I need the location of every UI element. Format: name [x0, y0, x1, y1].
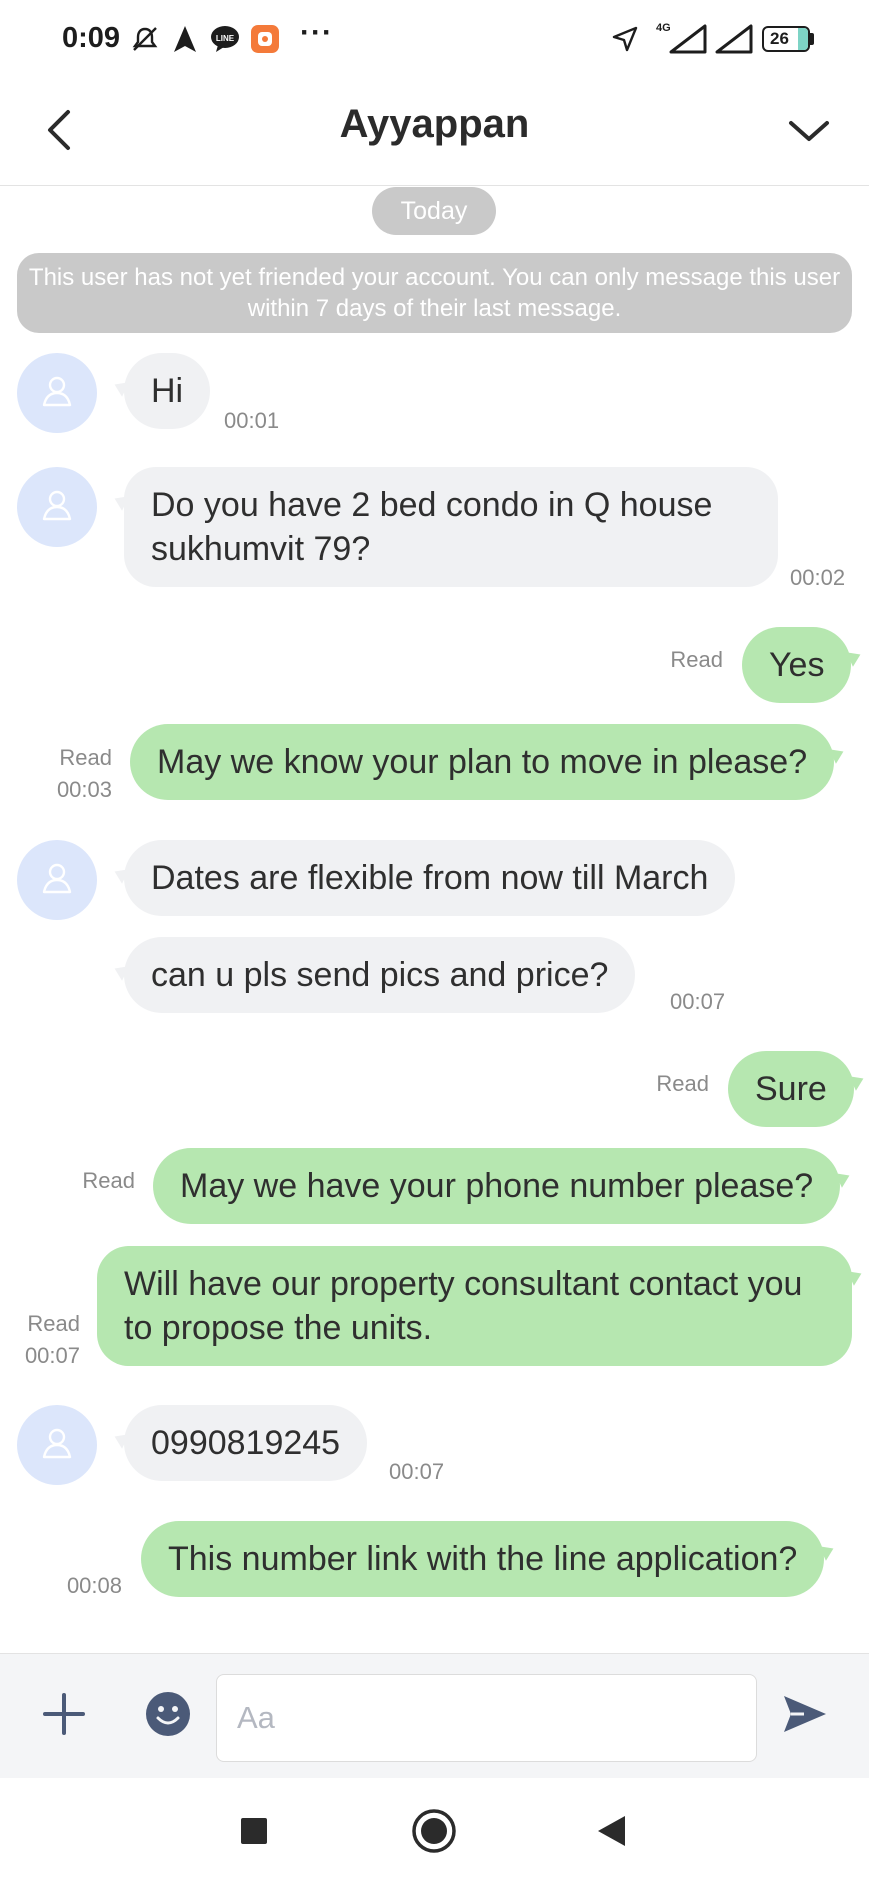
avatar[interactable] [17, 840, 97, 920]
back-nav-button[interactable] [586, 1808, 636, 1858]
read-status: Read [59, 745, 112, 770]
user-icon [40, 374, 74, 413]
user-icon [40, 1426, 74, 1465]
message-bubble[interactable]: This number link with the line applicati… [141, 1521, 825, 1597]
message-bubble[interactable]: Dates are flexible from now till March [124, 840, 736, 916]
message-time: 00:07 [389, 1459, 445, 1484]
message-bubble[interactable]: Sure [728, 1051, 854, 1127]
message-time: 00:03 [56, 777, 112, 802]
svg-text:LINE: LINE [216, 34, 235, 43]
recents-button[interactable] [229, 1808, 279, 1858]
user-icon [40, 488, 74, 527]
avatar[interactable] [17, 467, 97, 547]
message-bubble[interactable]: May we have your phone number please? [153, 1148, 841, 1224]
plus-icon [42, 1692, 86, 1741]
read-status: Read [27, 1311, 80, 1336]
message-bubble[interactable]: Hi [124, 353, 211, 429]
send-icon [780, 1692, 828, 1741]
read-status: Read [656, 1071, 709, 1096]
message-input-bar [0, 1653, 869, 1778]
user-icon [40, 861, 74, 900]
chevron-down-icon [787, 115, 831, 150]
battery-icon: 26 [762, 26, 810, 52]
chat-header: Ayyappan [0, 80, 869, 186]
send-button[interactable] [772, 1684, 836, 1748]
mute-icon [128, 22, 162, 56]
message-time: 00:07 [670, 989, 726, 1014]
message-bubble[interactable]: May we know your plan to move in please? [130, 724, 835, 800]
signal-icon [714, 22, 754, 56]
status-bar: 0:09 LINE ··· 4G 26 [0, 0, 869, 80]
date-separator: Today [372, 187, 496, 235]
home-circle-icon [411, 1808, 457, 1859]
message-input[interactable] [216, 1674, 757, 1762]
back-triangle-icon [595, 1814, 627, 1853]
emoji-button[interactable] [136, 1684, 200, 1748]
location-icon [608, 22, 642, 56]
message-bubble[interactable]: can u pls send pics and price? [124, 937, 636, 1013]
home-button[interactable] [409, 1808, 459, 1858]
emoji-icon [145, 1691, 191, 1742]
message-time: 00:07 [24, 1343, 80, 1368]
recents-square-icon [240, 1817, 268, 1850]
message-time: 00:02 [790, 565, 846, 590]
status-time: 0:09 [62, 22, 121, 54]
battery-level: 26 [770, 29, 789, 48]
page-title: Ayyappan [339, 102, 530, 146]
signal-icon [668, 22, 708, 56]
add-attachment-button[interactable] [32, 1684, 96, 1748]
message-bubble[interactable]: 0990819245 [124, 1405, 368, 1481]
navigation-icon [170, 22, 200, 56]
chat-area[interactable]: Today This user has not yet friended you… [0, 187, 869, 1653]
app-icon [248, 22, 282, 56]
more-notifications: ··· [300, 16, 333, 49]
system-nav-bar [0, 1778, 869, 1883]
message-bubble[interactable]: Yes [742, 627, 852, 703]
avatar[interactable] [17, 1405, 97, 1485]
message-time: 00:01 [224, 408, 280, 433]
avatar[interactable] [17, 353, 97, 433]
read-status: Read [82, 1168, 135, 1193]
line-icon: LINE [208, 22, 242, 56]
menu-dropdown-button[interactable] [774, 100, 844, 164]
read-status: Read [670, 647, 723, 672]
message-bubble[interactable]: Do you have 2 bed condo in Q house sukhu… [124, 467, 778, 587]
friend-notice: This user has not yet friended your acco… [17, 253, 852, 333]
message-bubble[interactable]: Will have our property consultant contac… [97, 1246, 852, 1366]
message-time: 00:08 [66, 1573, 122, 1598]
